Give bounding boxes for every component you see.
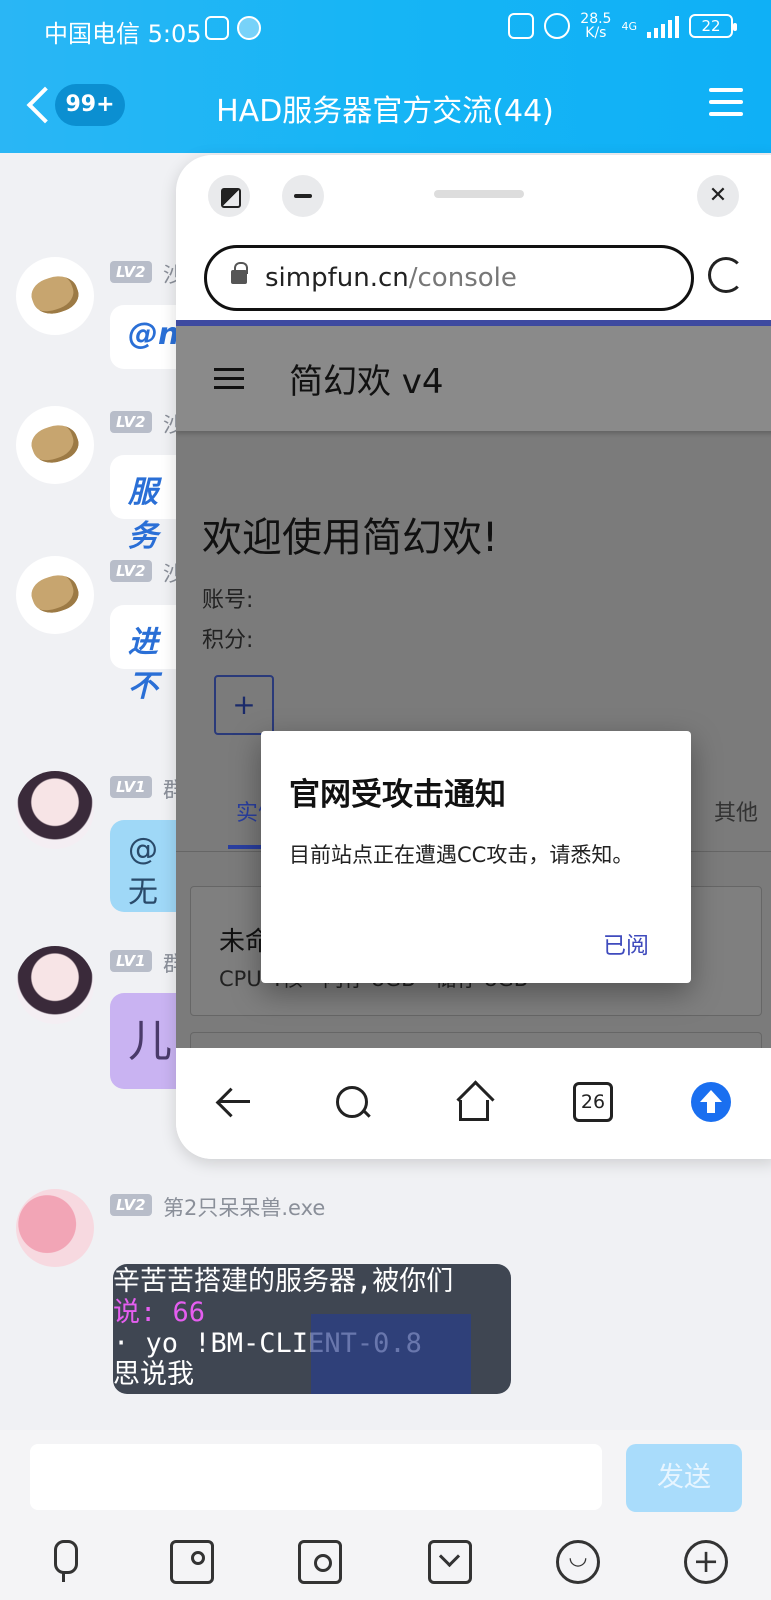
carrier-time: 中国电信 5:05 [44, 20, 202, 48]
menu-icon[interactable] [709, 88, 743, 118]
group-title: HAD服务器官方交流(44) [216, 94, 554, 129]
url-text[interactable]: simpfun.cn/console [265, 263, 517, 293]
lock-icon [231, 262, 248, 284]
potato-avatar[interactable] [16, 406, 94, 484]
level-badge: LV2 [110, 1194, 152, 1216]
level-badge: LV2 [110, 411, 152, 433]
expand-icon[interactable] [208, 175, 250, 217]
dialog-acknowledge-button[interactable]: 已阅 [603, 926, 649, 960]
add-button[interactable]: + [214, 675, 274, 735]
status-icons-left [205, 16, 261, 40]
web-appbar: 简幻欢 v4 [176, 326, 771, 431]
points-label: 积分: [202, 628, 254, 653]
nfc-icon [508, 13, 535, 39]
potato-avatar[interactable] [16, 257, 94, 335]
net-speed-unit: K/s [585, 25, 607, 41]
search-icon[interactable] [332, 1082, 372, 1122]
signal-icon [647, 14, 679, 38]
anime-girl-avatar[interactable] [16, 771, 94, 849]
level-badge: LV2 [110, 261, 152, 283]
image-icon[interactable] [170, 1540, 214, 1584]
webpage: 简幻欢 v4 欢迎使用简幻欢! 账号: 积分: + 实例 公告 记录 推荐 其他… [176, 320, 771, 1048]
tab-other[interactable]: 其他 [714, 795, 758, 827]
red-packet-icon[interactable] [428, 1540, 472, 1584]
image-text-line: 辛苦苦搭建的服务器,被你们 [113, 1266, 454, 1297]
web-app-title: 简幻欢 v4 [289, 362, 444, 402]
tv-icon [205, 16, 229, 40]
back-arrow-icon[interactable] [214, 1082, 254, 1122]
drag-handle[interactable] [434, 190, 524, 198]
unread-badge[interactable]: 99+ [55, 84, 125, 126]
minimize-icon[interactable] [282, 175, 324, 217]
browser-bottom-nav: 26 [176, 1048, 771, 1159]
potato-avatar[interactable] [16, 556, 94, 634]
dialog-title: 官网受攻击通知 [289, 777, 506, 813]
send-button[interactable]: 发送 [626, 1444, 742, 1512]
level-badge: LV1 [110, 776, 152, 798]
hamburger-icon[interactable] [214, 368, 244, 395]
tabs-icon[interactable]: 26 [573, 1082, 613, 1122]
account-label: 账号: [202, 588, 254, 613]
image-message[interactable]: 辛苦苦搭建的服务器,被你们 说: 66 · yo !BM-CLIENT-0.8 … [113, 1264, 511, 1394]
image-water-region [311, 1314, 471, 1394]
browser-popup[interactable]: simpfun.cn/console 简幻欢 v4 欢迎使用简幻欢! 账号: 积… [176, 155, 771, 1159]
upload-icon[interactable] [691, 1082, 731, 1122]
slowpoke-avatar[interactable] [16, 1189, 94, 1267]
net-speed-value: 28.5 [580, 11, 612, 27]
attack-notice-dialog[interactable]: 官网受攻击通知 目前站点正在遭遇CC攻击，请悉知。 已阅 [261, 731, 691, 983]
close-icon[interactable] [697, 175, 739, 217]
instance-card[interactable] [190, 1032, 762, 1048]
url-path: /console [408, 263, 517, 293]
top-bar: 中国电信 5:05 28.5 K/s 4G 22 99+ HAD服务器官方交流(… [0, 0, 771, 153]
alarm-icon [544, 13, 571, 39]
dialog-body: 目前站点正在遭遇CC攻击，请悉知。 [289, 843, 634, 867]
emoji-icon[interactable] [556, 1540, 600, 1584]
network-type: 4G [621, 19, 637, 33]
url-domain: simpfun.cn [265, 263, 409, 293]
net-speed: 28.5 K/s [580, 12, 611, 40]
welcome-heading: 欢迎使用简幻欢! [202, 515, 499, 561]
anime-girl-avatar[interactable] [16, 946, 94, 1024]
home-icon[interactable] [454, 1082, 494, 1122]
status-icons-right: 28.5 K/s 4G 22 [508, 12, 737, 40]
status-bar: 中国电信 5:05 28.5 K/s 4G 22 [0, 0, 771, 60]
plus-icon[interactable]: + [684, 1540, 728, 1584]
camera-icon[interactable] [298, 1540, 342, 1584]
sender-name[interactable]: 第2只呆呆兽.exe [163, 1192, 325, 1222]
reload-icon[interactable] [708, 257, 744, 293]
composer: 发送 + [0, 1430, 771, 1600]
microphone-icon[interactable] [42, 1540, 86, 1584]
url-bar[interactable]: simpfun.cn/console [204, 245, 694, 311]
message-input[interactable] [30, 1444, 602, 1510]
level-badge: LV1 [110, 950, 152, 972]
app-notification-icon [237, 16, 261, 40]
battery-icon: 22 [689, 14, 737, 38]
back-button[interactable] [22, 84, 56, 126]
level-badge: LV2 [110, 560, 152, 582]
